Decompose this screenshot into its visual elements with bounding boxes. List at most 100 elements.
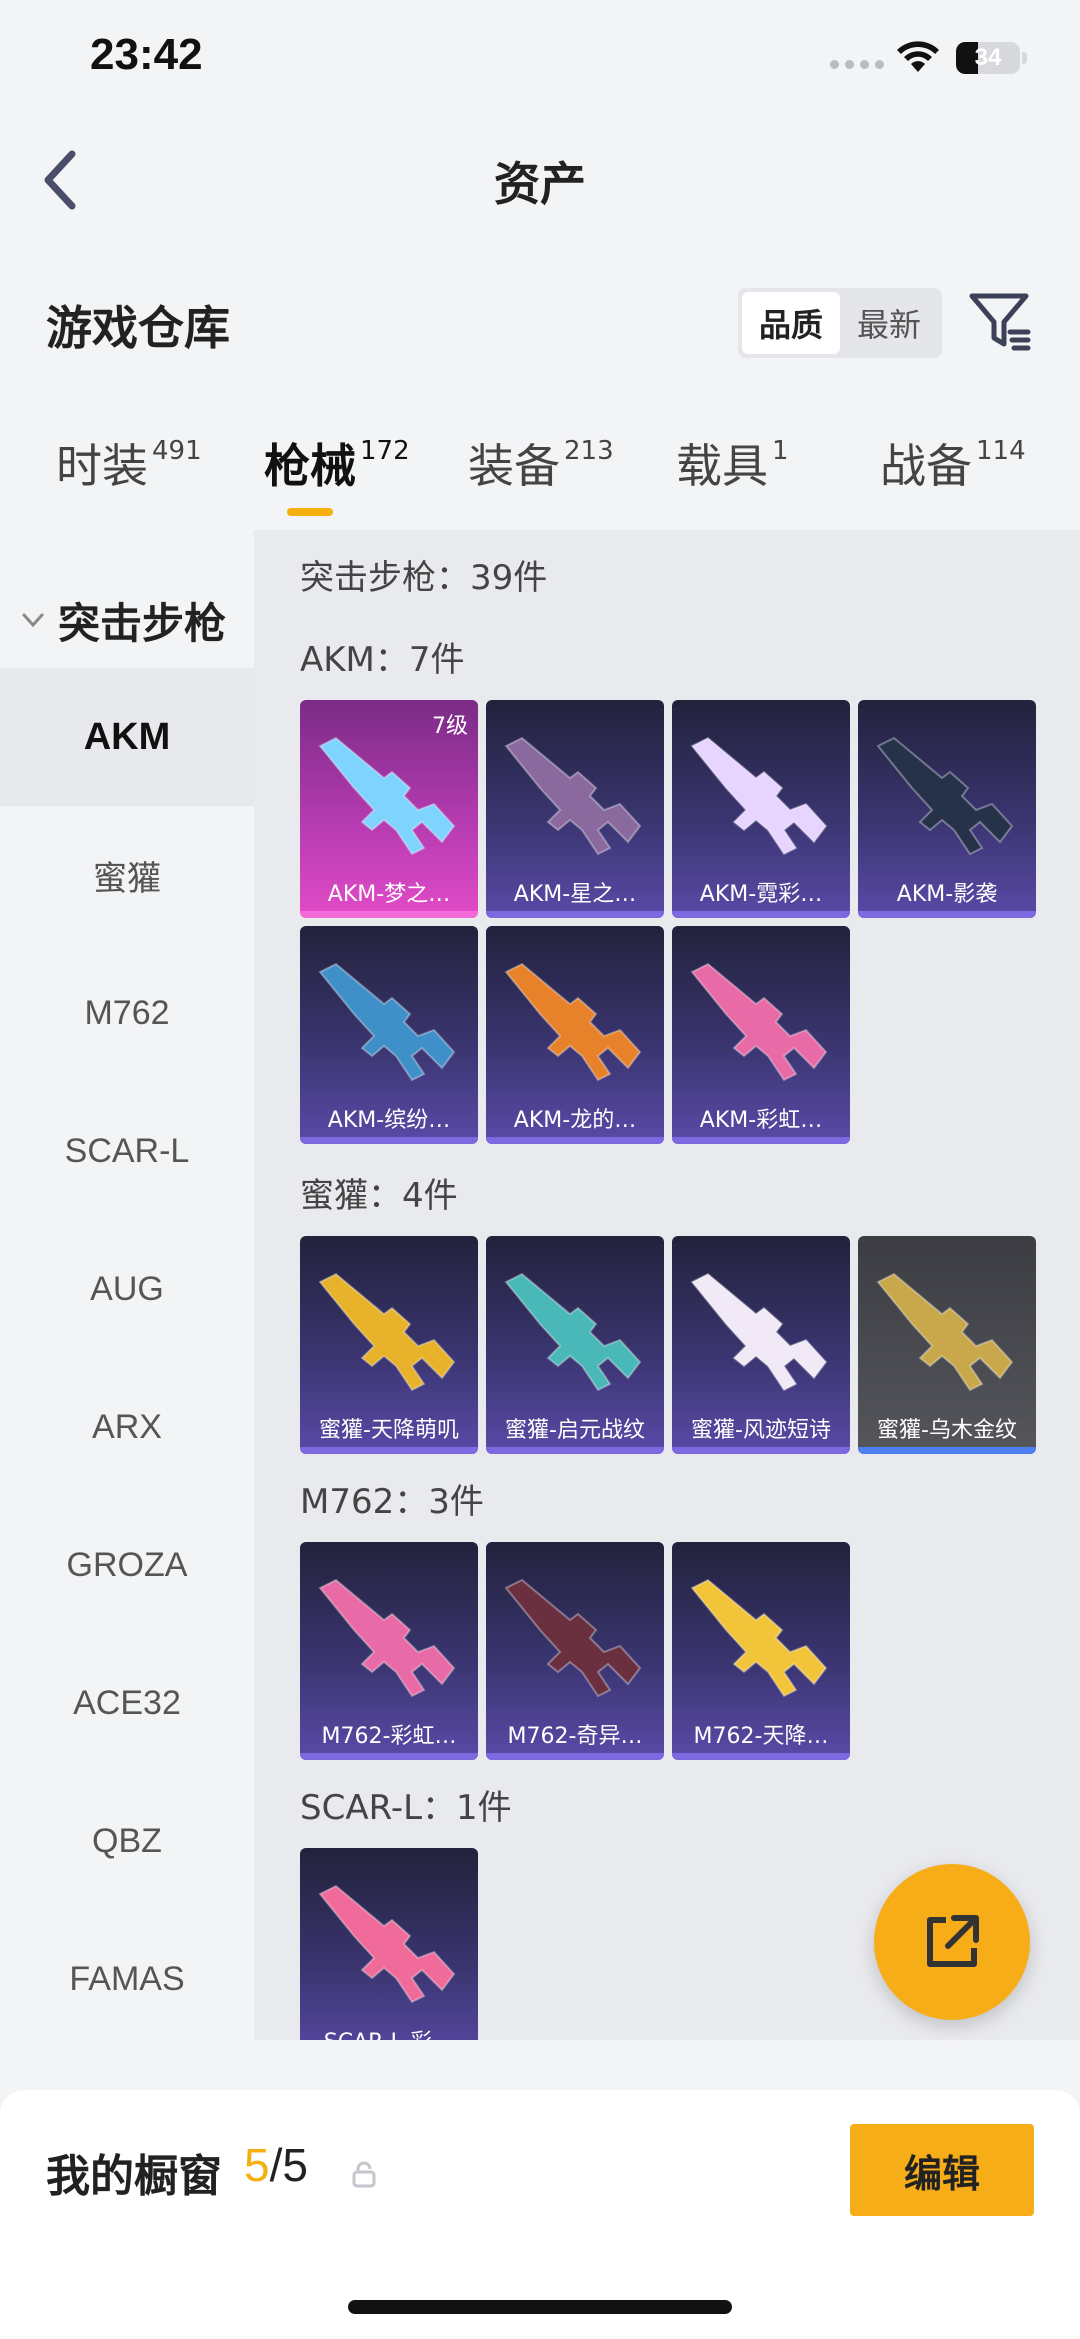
tab-combat-gear[interactable]: 战备 114 <box>880 430 1026 496</box>
sidebar-item-qbz[interactable]: QBZ <box>0 1772 254 1910</box>
section-heading: 蜜獾：4件 <box>300 1176 458 1216</box>
tab-count: 172 <box>360 436 410 466</box>
sidebar-item-scar-l[interactable]: SCAR-L <box>0 1082 254 1220</box>
card-name: M762-天降… <box>693 1724 829 1749</box>
weapon-skin-card[interactable]: 蜜獾-启元战纹 <box>486 1236 664 1454</box>
card-name: 蜜獾-启元战纹 <box>505 1418 645 1443</box>
card-name: AKM-彩虹… <box>699 1108 823 1133</box>
total-heading: 突击步枪：39件 <box>300 558 548 598</box>
weapon-skin-card[interactable]: 7级 AKM-梦之… <box>300 700 478 918</box>
sidebar-item-akm[interactable]: AKM <box>0 668 254 806</box>
card-name: 蜜獾-天降萌叽 <box>319 1418 459 1443</box>
section-heading: AKM：7件 <box>300 640 465 680</box>
weapon-skin-card[interactable]: 蜜獾-风迹短诗 <box>672 1236 850 1454</box>
sidebar-item-m762[interactable]: M762 <box>0 944 254 1082</box>
card-name: SCAR-L-彩… <box>300 2024 478 2040</box>
rifle-icon <box>504 962 642 1082</box>
tab-equipment[interactable]: 装备 213 <box>468 430 614 496</box>
card-name: AKM-星之… <box>513 882 637 907</box>
card-name: AKM-龙的… <box>513 1108 637 1133</box>
card-name: M762-奇异… <box>507 1724 643 1749</box>
tab-fashion[interactable]: 时装 491 <box>56 430 202 496</box>
card-name: M762-彩虹… <box>321 1724 457 1749</box>
weapon-skin-card[interactable]: AKM-霓彩… <box>672 700 850 918</box>
tab-guns[interactable]: 枪械 172 <box>264 430 410 496</box>
rifle-icon <box>690 1578 828 1698</box>
card-name: AKM-缤纷… <box>327 1108 451 1133</box>
wifi-icon <box>897 41 939 72</box>
rifle-icon <box>318 1272 456 1392</box>
tab-label: 载具 <box>676 439 768 493</box>
rifle-icon <box>690 962 828 1082</box>
share-button[interactable] <box>874 1864 1030 2020</box>
section-heading: M762：3件 <box>300 1482 484 1522</box>
showcase-total: /5 <box>269 2139 308 2191</box>
sort-option-quality[interactable]: 品质 <box>742 292 840 354</box>
sidebar-item-famas[interactable]: FAMAS <box>0 1910 254 2048</box>
card-name: AKM-霓彩… <box>699 882 823 907</box>
weapon-skin-card[interactable]: AKM-缤纷… <box>300 926 478 1144</box>
cellular-signal-icon <box>830 60 884 69</box>
warehouse-title: 游戏仓库 <box>46 301 230 355</box>
rifle-icon <box>318 1884 456 2004</box>
tab-label: 时装 <box>56 439 148 493</box>
weapon-skin-card[interactable]: 蜜獾-乌木金纹 <box>858 1236 1036 1454</box>
tab-label: 枪械 <box>264 439 356 493</box>
lock-icon <box>352 2161 376 2188</box>
status-bar: 23:42 34 <box>0 0 1080 120</box>
weapon-skin-card[interactable]: M762-奇异… <box>486 1542 664 1760</box>
weapon-skin-card[interactable]: 蜜獾-天降萌叽 <box>300 1236 478 1454</box>
tab-label: 装备 <box>468 439 560 493</box>
battery-percent: 34 <box>974 44 1002 71</box>
showcase-label: 我的橱窗 <box>46 2151 222 2202</box>
rifle-icon <box>318 1578 456 1698</box>
rifle-icon <box>504 1578 642 1698</box>
sidebar-item-honey-badger[interactable]: 蜜獾 <box>0 806 254 944</box>
rifle-icon <box>876 736 1014 856</box>
sort-option-newest[interactable]: 最新 <box>840 292 938 354</box>
sidebar-item-ace32[interactable]: ACE32 <box>0 1634 254 1772</box>
tab-vehicles[interactable]: 载具 1 <box>676 430 789 496</box>
battery-tip <box>1022 52 1027 64</box>
section-heading: SCAR-L：1件 <box>300 1788 512 1828</box>
page-title: 资产 <box>494 157 586 211</box>
card-name: 蜜獾-风迹短诗 <box>691 1418 831 1443</box>
weapon-skin-card[interactable]: M762-彩虹… <box>300 1542 478 1760</box>
share-icon <box>927 1915 979 1967</box>
weapon-skin-card[interactable]: AKM-影袭 <box>858 700 1036 918</box>
rifle-icon <box>318 736 456 856</box>
card-name: AKM-影袭 <box>896 882 998 907</box>
rifle-icon <box>318 962 456 1082</box>
filter-button[interactable] <box>968 290 1032 354</box>
weapon-skin-card[interactable]: AKM-星之… <box>486 700 664 918</box>
sidebar-item-groza[interactable]: GROZA <box>0 1496 254 1634</box>
weapon-grid-panel: 突击步枪：39件 AKM：7件 蜜獾：4件 M762：3件 SCAR-L：1件 … <box>254 530 1080 2040</box>
tab-count: 1 <box>772 436 789 466</box>
sidebar-item-aug[interactable]: AUG <box>0 1220 254 1358</box>
sidebar-group-label: 突击步枪 <box>58 598 227 648</box>
showcase-count: 5/5 <box>244 2138 308 2192</box>
weapon-sidebar: 突击步枪 AKM 蜜獾 M762 SCAR-L AUG ARX GROZA AC… <box>0 530 254 2040</box>
filter-icon <box>969 293 1031 351</box>
showcase-used: 5 <box>244 2139 270 2191</box>
tab-count: 491 <box>152 436 202 466</box>
edit-button[interactable]: 编辑 <box>850 2124 1034 2216</box>
rifle-icon <box>690 1272 828 1392</box>
rifle-icon <box>876 1272 1014 1392</box>
rifle-icon <box>504 736 642 856</box>
weapon-skin-card[interactable]: AKM-彩虹… <box>672 926 850 1144</box>
weapon-skin-card[interactable]: M762-天降… <box>672 1542 850 1760</box>
status-time: 23:42 <box>90 30 203 79</box>
sidebar-item-arx[interactable]: ARX <box>0 1358 254 1496</box>
chevron-down-icon <box>22 613 44 628</box>
rifle-icon <box>690 736 828 856</box>
home-indicator <box>348 2300 732 2314</box>
weapon-skin-card[interactable]: AKM-龙的… <box>486 926 664 1144</box>
rifle-icon <box>504 1272 642 1392</box>
tab-label: 战备 <box>880 439 972 493</box>
category-tabs: 时装 491 枪械 172 装备 213 载具 1 战备 114 <box>0 430 1080 530</box>
tab-count: 213 <box>564 436 614 466</box>
active-tab-indicator <box>287 508 333 516</box>
weapon-skin-card[interactable]: SCAR-L-彩… <box>300 1848 478 2040</box>
sidebar-group-assault-rifles[interactable]: 突击步枪 <box>0 570 254 670</box>
